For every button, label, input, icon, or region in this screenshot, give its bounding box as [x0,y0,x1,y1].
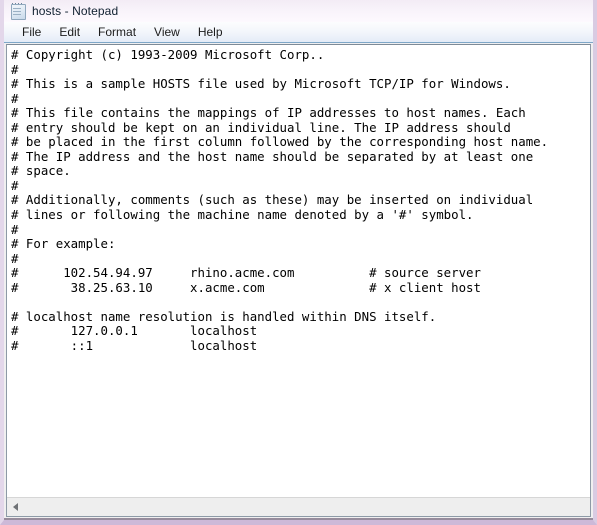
client-area: # Copyright (c) 1993-2009 Microsoft Corp… [4,43,593,520]
menu-item-view[interactable]: View [145,23,189,42]
menu-bar: File Edit Format View Help [4,22,593,43]
notepad-icon [10,3,26,20]
scroll-left-button[interactable] [7,498,24,516]
horizontal-scrollbar[interactable] [7,497,590,516]
menu-item-file[interactable]: File [13,23,50,42]
editor-shell: # Copyright (c) 1993-2009 Microsoft Corp… [6,44,591,517]
text-editor-surface[interactable]: # Copyright (c) 1993-2009 Microsoft Corp… [7,45,590,498]
menu-item-edit[interactable]: Edit [50,23,89,42]
notepad-window: hosts - Notepad File Edit Format View He… [0,0,597,525]
menu-item-format[interactable]: Format [89,23,145,42]
window-title: hosts - Notepad [32,4,119,18]
menu-item-help[interactable]: Help [189,23,232,42]
title-bar[interactable]: hosts - Notepad [4,0,593,22]
scroll-track[interactable] [24,498,573,516]
chevron-left-icon [13,503,18,511]
document-text[interactable]: # Copyright (c) 1993-2009 Microsoft Corp… [11,47,590,353]
